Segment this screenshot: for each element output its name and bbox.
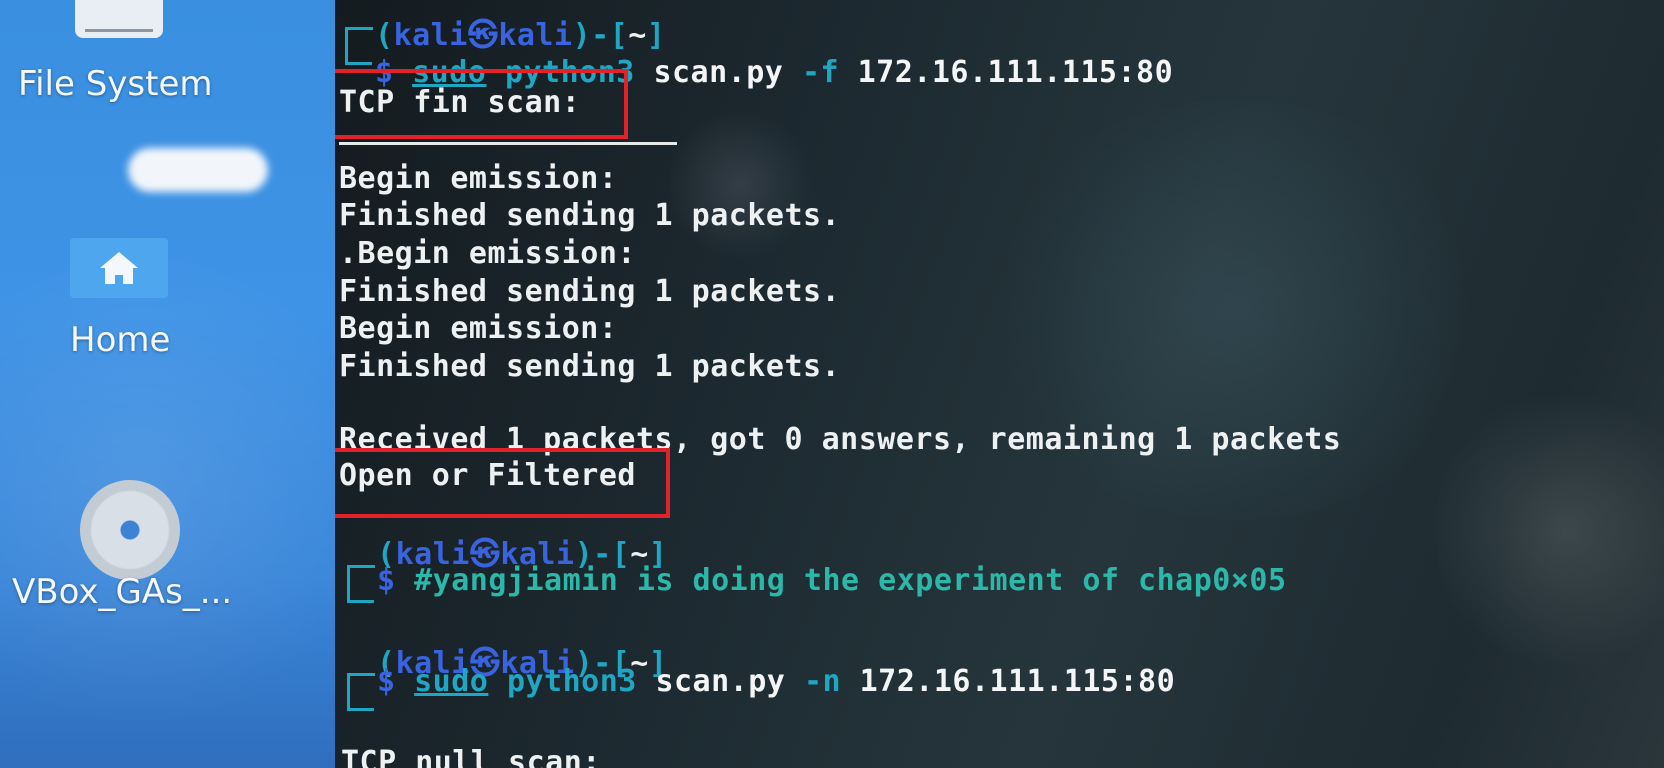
output-line: Finished sending 1 packets. — [339, 198, 841, 233]
output-separator — [339, 142, 677, 145]
output-line-cut: TCP null scan: — [341, 745, 601, 768]
output-line: Begin emission: — [339, 311, 618, 346]
comment-command-line: $ #yangjiamin is doing the experiment of… — [377, 563, 1287, 598]
home-icon[interactable] — [70, 238, 168, 298]
drive-icon[interactable] — [75, 0, 163, 38]
prompt-connector — [345, 28, 372, 65]
command-line: $ sudo python3 scan.py -n 172.16.111.115… — [377, 664, 1176, 699]
prompt-connector — [347, 674, 374, 711]
output-line: .Begin emission: — [339, 236, 636, 271]
desktop-sidebar: File System Home VBox_GAs_... — [0, 0, 335, 768]
desktop-icon-label-file-system[interactable]: File System — [18, 64, 213, 104]
disc-icon[interactable] — [80, 480, 180, 580]
output-line: Finished sending 1 packets. — [339, 274, 841, 309]
prompt-connector-top — [347, 565, 375, 568]
highlight-box-scan-type — [335, 69, 628, 139]
prompt-connector-top — [347, 673, 375, 676]
prompt-connector — [347, 566, 374, 603]
terminal-window[interactable]: (kali㉿kali)-[~] $ sudo python3 scan.py -… — [335, 0, 1664, 768]
wallpaper-shape — [1435, 380, 1664, 680]
wallpaper-shape — [975, 100, 1495, 520]
output-line: Begin emission: — [339, 161, 618, 196]
wallpaper-shape — [665, 110, 815, 260]
desktop-icon-label-vbox[interactable]: VBox_GAs_... — [12, 572, 232, 612]
blurred-icon-label — [128, 148, 268, 192]
highlight-box-result — [335, 448, 670, 518]
prompt-line: (kali㉿kali)-[~] — [375, 18, 666, 53]
desktop-icon-label-home[interactable]: Home — [70, 320, 170, 360]
prompt-connector-top — [345, 27, 373, 30]
output-line: Finished sending 1 packets. — [339, 349, 841, 384]
